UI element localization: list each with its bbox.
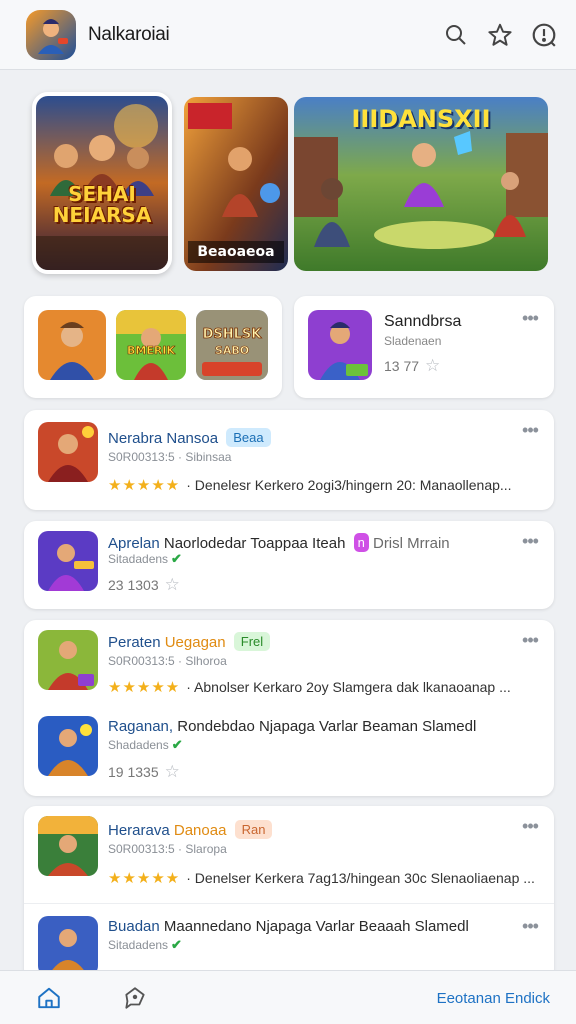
divider	[24, 903, 554, 904]
game-icon[interactable]	[38, 422, 98, 482]
more-options-icon[interactable]: •••	[520, 421, 540, 439]
game-tag: Ran	[234, 820, 273, 839]
game-description: ★★★★★ · Abnolser Kerkaro 2oy Slamgera da…	[108, 679, 511, 696]
game-tag: n	[353, 533, 369, 552]
app-logo[interactable]	[26, 9, 76, 60]
game-tile-1[interactable]	[38, 310, 106, 380]
info-icon[interactable]	[530, 21, 558, 49]
game-rating: 19 1335 ☆	[108, 762, 180, 781]
game-meta: S0R00313:5 · Slaropa	[108, 842, 227, 856]
game-title[interactable]: Peraten Uegagan Frel	[108, 632, 271, 651]
top-app-bar: Nalkaroiai	[0, 0, 576, 70]
verified-check-icon: ✔	[171, 737, 183, 752]
game-developer: Shadadens ✔	[108, 737, 183, 752]
search-icon[interactable]	[442, 21, 470, 49]
game-title[interactable]: Buadan Maannedano Njapaga Varlar Beaaah …	[108, 918, 469, 935]
app-title: Nalkaroiai	[88, 23, 170, 45]
rating-stars-icon: ★★★★★	[108, 870, 181, 887]
game-icon[interactable]	[38, 630, 98, 690]
game-tag: Frel	[233, 632, 271, 651]
featured-game-title: Sanndbrsa	[384, 313, 462, 330]
more-options-icon[interactable]: •••	[520, 631, 540, 649]
svg-text:SABO: SABO	[215, 344, 249, 357]
featured-game-card[interactable]: Sanndbrsa Sladenaen 13 77 ☆ •••	[294, 296, 554, 398]
star-outline-icon: ☆	[425, 356, 441, 375]
game-meta: S0R00313:5 · Sibinsaa	[108, 450, 232, 464]
bottom-navigation-bar: Eeotanan Endick	[0, 970, 576, 1024]
game-icon[interactable]	[38, 716, 98, 776]
game-icon[interactable]	[38, 916, 98, 976]
star-outline-icon: ☆	[164, 762, 180, 781]
rating-stars-icon: ★★★★★	[108, 679, 181, 696]
verified-check-icon: ✔	[171, 937, 182, 952]
game-meta: S0R00313:5 · Slhoroa	[108, 654, 227, 668]
game-icon[interactable]	[38, 531, 98, 591]
featured-banner-carousel: SEHAI NEIARSA Beaoaeoa IIIDANSXII	[32, 92, 548, 274]
banner-3-title: IIIDANSXII	[351, 105, 491, 133]
verified-check-icon: ✔	[171, 551, 182, 566]
game-developer: Sitadadens ✔	[108, 937, 182, 952]
more-options-icon[interactable]: •••	[520, 532, 540, 550]
game-title[interactable]: Aprelan Naorlodedar Toappaa Iteah n Dris…	[108, 533, 450, 552]
game-developer: Sitadadens ✔	[108, 551, 182, 566]
game-tile-3[interactable]: DSHLSK SABO	[196, 310, 268, 380]
game-list-card-1[interactable]: Nerabra Nansoa Beaa S0R00313:5 · Sibinsa…	[24, 410, 554, 510]
game-title[interactable]: Raganan, Rondebdao Njapaga Varlar Beaman…	[108, 718, 476, 735]
game-rating: 23 1303 ☆	[108, 575, 180, 594]
banner-1-title: SEHAI NEIARSA	[52, 182, 152, 227]
game-description: ★★★★★ · Denelesr Kerkero 2ogi3/hingern 2…	[108, 477, 512, 494]
game-tag: Beaa	[226, 428, 271, 447]
star-icon[interactable]	[486, 21, 514, 49]
game-tiles-card: BMERIK DSHLSK SABO	[24, 296, 282, 398]
game-list-card-3[interactable]: Peraten Uegagan Frel S0R00313:5 · Slhoro…	[24, 620, 554, 796]
rating-stars-icon: ★★★★★	[108, 477, 181, 494]
game-description: ★★★★★ · Denelser Kerkera 7ag13/hingean 3…	[108, 870, 535, 887]
banner-game-1[interactable]: SEHAI NEIARSA	[32, 92, 172, 274]
banner-game-3[interactable]: IIIDANSXII	[294, 97, 548, 271]
more-options-icon[interactable]: •••	[520, 817, 540, 835]
svg-text:DSHLSK: DSHLSK	[203, 327, 263, 342]
game-list-card-4[interactable]: Herarava Danoaa Ran S0R00313:5 · Slaropa…	[24, 806, 554, 981]
banner-game-2[interactable]: Beaoaeoa	[184, 97, 288, 271]
game-title[interactable]: Herarava Danoaa Ran	[108, 820, 273, 839]
game-icon[interactable]	[38, 816, 98, 876]
game-tile-2[interactable]: BMERIK	[116, 310, 186, 380]
svg-text:BMERIK: BMERIK	[127, 344, 175, 357]
bottom-link[interactable]: Eeotanan Endick	[437, 990, 550, 1007]
featured-game-icon[interactable]	[308, 310, 372, 380]
home-icon[interactable]	[36, 985, 62, 1016]
featured-game-rating: 13 77 ☆	[384, 356, 440, 376]
game-title[interactable]: Nerabra Nansoa Beaa	[108, 428, 271, 447]
featured-game-subtitle: Sladenaen	[384, 334, 442, 348]
banner-2-caption: Beaoaeoa	[188, 241, 284, 263]
featured-rating-value: 13 77	[384, 358, 420, 374]
more-options-icon[interactable]: •••	[520, 917, 540, 935]
chat-icon[interactable]	[122, 985, 148, 1016]
game-list-card-2[interactable]: Aprelan Naorlodedar Toappaa Iteah n Dris…	[24, 521, 554, 609]
more-options-icon[interactable]: •••	[520, 309, 540, 327]
star-outline-icon: ☆	[164, 575, 180, 594]
